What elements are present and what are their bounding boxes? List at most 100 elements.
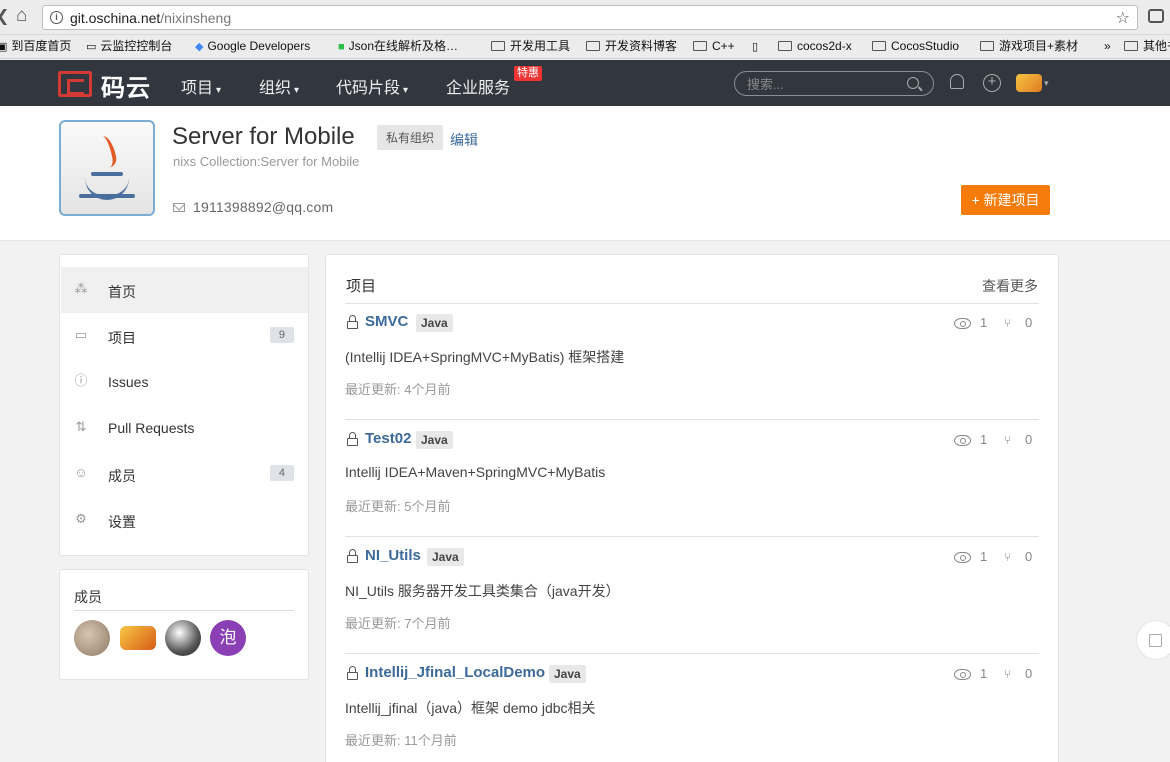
- sidebar-item-pull-requests[interactable]: ⇅ Pull Requests: [61, 405, 308, 451]
- search-input[interactable]: [747, 75, 897, 93]
- repo-name-link[interactable]: Test02: [365, 430, 411, 447]
- folder-icon: [1124, 41, 1138, 51]
- browser-toolbar: ❮ ⌂ i git.oschina.net/nixinsheng ☆: [0, 0, 1170, 35]
- fork-icon: ⑂: [1004, 316, 1012, 330]
- bookmark-item[interactable]: ▯: [752, 38, 762, 55]
- sidebar-item-label: 首页: [108, 284, 136, 300]
- bookmark-folder[interactable]: 开发用工具: [491, 38, 570, 54]
- bookmark-folder[interactable]: 开发资料博客: [586, 38, 677, 54]
- nav-snippets[interactable]: 代码片段 ▾: [336, 74, 408, 98]
- group-email[interactable]: 1911398892@qq.com: [193, 199, 333, 215]
- pull-request-icon: ⇅: [75, 419, 87, 434]
- plus-icon[interactable]: +: [983, 74, 1001, 92]
- url-text[interactable]: git.oschina.net/nixinsheng: [70, 10, 231, 26]
- share-icon[interactable]: [1136, 620, 1170, 660]
- eye-icon: [954, 552, 971, 563]
- sidebar-item-label: 设置: [108, 514, 136, 530]
- bookmark-folder[interactable]: cocos2d-x: [778, 38, 852, 54]
- member-avatar[interactable]: [120, 626, 156, 650]
- language-badge: Java: [416, 314, 453, 332]
- bookmark-item[interactable]: ◆ Google Developers: [195, 38, 310, 55]
- bookmarks-overflow-button[interactable]: »: [1104, 38, 1111, 54]
- sidebar-nav: ⁂ 首页 ▭ 项目 9 ⓘ Issues ⇅ Pull Requests ☺ 成…: [59, 254, 309, 556]
- watch-count: 1: [980, 315, 988, 330]
- fork-count: 0: [1025, 432, 1033, 447]
- group-subtitle: nixs Collection:Server for Mobile: [173, 154, 360, 169]
- folder-icon: [693, 41, 707, 51]
- address-bar[interactable]: i git.oschina.net/nixinsheng ☆: [42, 5, 1138, 30]
- bookmark-folder[interactable]: 其他书签: [1124, 38, 1170, 54]
- repo-item: Intellij_Jfinal_LocalDemo Java 1 ⑂ 0 Int…: [345, 654, 1039, 762]
- folder-icon: [980, 41, 994, 51]
- edit-link[interactable]: 编辑: [450, 130, 478, 150]
- bookmark-favicon-icon: ◆: [195, 41, 204, 53]
- lock-icon: [347, 432, 358, 446]
- sidebar-item-label: Issues: [108, 374, 149, 390]
- bookmark-item[interactable]: ■ Json在线解析及格…: [338, 38, 458, 55]
- bookmark-item[interactable]: ▭ 云监控控制台: [86, 38, 172, 55]
- member-avatar[interactable]: [165, 620, 201, 656]
- eye-icon: [954, 318, 971, 329]
- fork-count: 0: [1025, 549, 1033, 564]
- folder-icon: [872, 41, 886, 51]
- fork-count: 0: [1025, 666, 1033, 681]
- lock-icon: [347, 666, 358, 680]
- search-box[interactable]: [734, 71, 934, 96]
- members-icon: ☺: [74, 465, 88, 480]
- repo-updated: 最近更新: 11个月前: [345, 733, 457, 748]
- watch-count: 1: [980, 666, 988, 681]
- sidebar-item-projects[interactable]: ▭ 项目 9: [61, 313, 308, 359]
- extension-icon[interactable]: [1148, 9, 1164, 23]
- sidebar-item-settings[interactable]: ⚙ 设置: [61, 497, 308, 543]
- back-button[interactable]: ❮: [0, 8, 9, 26]
- count-badge: 4: [269, 465, 294, 481]
- bookmark-folder[interactable]: C++: [693, 38, 735, 54]
- private-badge: 私有组织: [377, 125, 444, 150]
- nav-enterprise[interactable]: 企业服务: [446, 74, 510, 98]
- repo-description: Intellij_jfinal（java）框架 demo jdbc相关: [345, 700, 596, 716]
- view-more-link[interactable]: 查看更多: [982, 276, 1038, 296]
- page-icon: ▯: [752, 41, 759, 53]
- lock-icon: [347, 549, 358, 563]
- group-title: Server for Mobile: [172, 123, 355, 150]
- chevron-down-icon: ▾: [403, 85, 409, 96]
- user-avatar[interactable]: [1016, 74, 1042, 92]
- repo-name-link[interactable]: NI_Utils: [365, 547, 421, 564]
- fork-icon: ⑂: [1004, 667, 1012, 681]
- new-project-button[interactable]: + 新建项目: [961, 185, 1050, 215]
- nav-projects[interactable]: 项目 ▾: [181, 74, 221, 98]
- language-badge: Java: [416, 431, 453, 449]
- repo-name-link[interactable]: Intellij_Jfinal_LocalDemo: [365, 664, 545, 681]
- repo-name-link[interactable]: SMVC: [365, 313, 408, 330]
- watch-count: 1: [980, 549, 988, 564]
- logo-icon[interactable]: [58, 71, 92, 97]
- chevron-down-icon: ▾: [216, 85, 222, 96]
- language-badge: Java: [549, 665, 586, 683]
- promo-badge: 特惠: [514, 66, 542, 81]
- lock-icon: [347, 315, 358, 329]
- repo-item: NI_Utils Java 1 ⑂ 0 NI_Utils 服务器开发工具类集合（…: [345, 537, 1039, 654]
- search-icon[interactable]: [907, 77, 919, 89]
- sidebar-item-home[interactable]: ⁂ 首页: [61, 267, 308, 313]
- sidebar-item-issues[interactable]: ⓘ Issues: [61, 359, 308, 405]
- java-logo-icon: [93, 134, 119, 170]
- divider: [74, 610, 294, 611]
- home-button[interactable]: ⌂: [16, 6, 27, 25]
- issue-icon: ⓘ: [74, 373, 88, 388]
- chevron-down-icon[interactable]: ▾: [1044, 78, 1049, 89]
- repo-description: Intellij IDEA+Maven+SpringMVC+MyBatis: [345, 464, 606, 480]
- nav-organizations[interactable]: 组织 ▾: [259, 74, 299, 98]
- bookmark-star-icon[interactable]: ☆: [1116, 8, 1130, 28]
- sidebar-item-members[interactable]: ☺ 成员 4: [61, 451, 308, 497]
- site-info-icon[interactable]: i: [50, 11, 63, 24]
- chevron-down-icon: ▾: [294, 85, 300, 96]
- bookmark-folder[interactable]: CocosStudio: [872, 38, 959, 54]
- bell-icon[interactable]: [950, 74, 964, 89]
- bookmark-item[interactable]: ▣到百度首页: [0, 38, 71, 55]
- member-avatar[interactable]: 泡: [210, 620, 246, 656]
- bookmark-favicon-icon: ■: [338, 41, 345, 53]
- bookmark-folder[interactable]: 游戏项目+素材: [980, 38, 1078, 54]
- logo-text[interactable]: 码云: [101, 68, 151, 103]
- folder-icon: [778, 41, 792, 51]
- member-avatar[interactable]: [74, 620, 110, 656]
